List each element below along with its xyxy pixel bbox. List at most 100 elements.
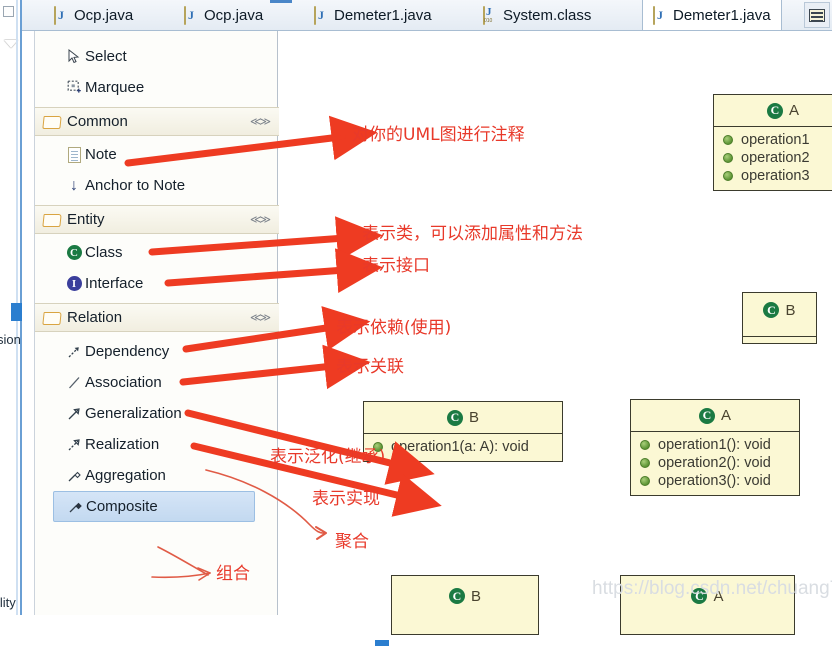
annotation-class-text: 表示类，可以添加属性和方法	[362, 224, 583, 244]
editor-tab-3[interactable]: System.class	[473, 0, 601, 30]
folder-icon	[43, 213, 60, 226]
clipped-label-bottom: ility	[0, 595, 16, 610]
class-circle-icon: C	[63, 245, 85, 260]
editor-tab-label: Ocp.java	[204, 6, 264, 24]
palette-item-generalization[interactable]: Generalization	[35, 398, 279, 429]
class-circle-icon: C	[766, 102, 783, 119]
uml-operation-row: operation2(): void	[631, 454, 799, 472]
palette-group-label: Common	[67, 113, 128, 130]
realization-arrow-icon	[63, 437, 85, 452]
editor-tab-label: Demeter1.java	[673, 6, 771, 24]
uml-class-title: C A	[631, 400, 799, 432]
uml-operation-row: operation1	[714, 131, 832, 149]
uml-operation-row: operation2	[714, 149, 832, 167]
uml-class-title: C B	[392, 576, 538, 616]
annotation-aggregation-text: 聚合	[335, 532, 369, 552]
palette-item-label: Composite	[86, 498, 158, 515]
palette-item-realization[interactable]: Realization	[35, 429, 279, 460]
interface-circle-icon: I	[63, 276, 85, 291]
uml-operation-row: operation1(): void	[631, 436, 799, 454]
palette-item-note[interactable]: Note	[35, 139, 279, 170]
class-circle-icon: C	[763, 302, 780, 318]
uml-class-a-middle-right[interactable]: C A operation1(): void operation2(): voi…	[630, 399, 800, 496]
editor-tab-bar: Ocp.java Ocp.java Demeter1.java System.c…	[22, 0, 832, 31]
visibility-public-icon	[640, 476, 650, 486]
class-circle-icon: C	[448, 588, 465, 604]
palette-item-dependency[interactable]: Dependency	[35, 336, 279, 367]
class-file-icon	[483, 5, 497, 25]
uml-palette-panel: Select Marquee Common ≪≫ Note ↓ Anchor t…	[34, 31, 279, 615]
palette-item-association[interactable]: Association	[35, 367, 279, 398]
uml-operations-compartment: operation1(a: A): void	[364, 434, 562, 461]
editor-tab-1[interactable]: Ocp.java	[174, 0, 273, 30]
palette-tool-select[interactable]: Select	[35, 41, 279, 72]
palette-item-label: Aggregation	[85, 467, 166, 484]
palette-item-anchor-to-note[interactable]: ↓ Anchor to Note	[35, 170, 279, 201]
class-circle-icon: C	[698, 407, 715, 424]
editor-tab-2[interactable]: Demeter1.java	[304, 0, 442, 30]
collapse-chevrons-icon[interactable]: ≪≫	[250, 115, 271, 128]
uml-operations-compartment: operation1 operation2 operation3	[714, 127, 832, 190]
editor-tab-label: System.class	[503, 6, 592, 24]
anchor-arrow-icon: ↓	[70, 176, 78, 194]
editor-tab-0[interactable]: Ocp.java	[44, 0, 143, 30]
palette-item-label: Note	[85, 146, 117, 163]
visibility-public-icon	[723, 153, 733, 163]
palette-item-aggregation[interactable]: Aggregation	[35, 460, 279, 491]
uml-class-b-bottom[interactable]: C B	[391, 575, 539, 635]
uml-class-b-upper-right[interactable]: C B	[742, 292, 817, 344]
palette-item-label: Anchor to Note	[85, 177, 186, 194]
tab-list-menu-icon[interactable]	[804, 2, 830, 28]
palette-tool-label: Marquee	[85, 79, 145, 96]
palette-item-composite[interactable]: Composite	[53, 491, 255, 522]
palette-item-label: Class	[85, 244, 123, 261]
generalization-arrow-icon	[63, 406, 85, 421]
annotation-dependency-text: 表示依赖(使用)	[336, 318, 452, 338]
annotation-composite-text: 组合	[216, 564, 250, 584]
palette-item-label: Interface	[85, 275, 144, 292]
palette-item-label: Dependency	[85, 343, 170, 360]
uml-operations-compartment: operation1(): void operation2(): void op…	[631, 432, 799, 495]
annotation-generalization-text: 表示泛化(继承)	[270, 447, 386, 467]
annotation-realization-text: 表示实现	[312, 489, 380, 509]
editor-tab-4[interactable]: Demeter1.java	[642, 0, 782, 30]
uml-operation-row: operation3(): void	[631, 472, 799, 490]
java-file-icon	[314, 5, 328, 25]
collapse-chevrons-icon[interactable]: ≪≫	[250, 311, 271, 324]
palette-item-label: Association	[85, 374, 162, 391]
visibility-public-icon	[723, 171, 733, 181]
palette-tool-marquee[interactable]: Marquee	[35, 72, 279, 103]
uml-operation-label: operation2(): void	[658, 455, 771, 471]
palette-item-class[interactable]: C Class	[35, 237, 279, 268]
uml-operation-label: operation3	[741, 168, 810, 184]
annotation-association-text: 表示关联	[336, 357, 404, 377]
note-icon	[63, 146, 85, 163]
folder-icon	[43, 311, 60, 324]
uml-class-name: A	[720, 407, 731, 424]
visibility-public-icon	[723, 135, 733, 145]
uml-class-a-top-right[interactable]: C A operation1 operation2 operation3	[713, 94, 832, 191]
collapse-chevrons-icon[interactable]: ≪≫	[250, 213, 271, 226]
palette-item-label: Generalization	[85, 405, 182, 422]
folder-icon	[43, 115, 60, 128]
uml-operation-label: operation1	[741, 132, 810, 148]
palette-group-common[interactable]: Common ≪≫	[35, 107, 279, 136]
left-editor-gutter-strip: sion ility	[0, 0, 22, 615]
class-circle-icon: C	[446, 409, 463, 426]
marquee-select-icon	[63, 80, 85, 95]
gutter-selection-marker	[11, 303, 22, 321]
visibility-public-icon	[640, 458, 650, 468]
palette-item-interface[interactable]: I Interface	[35, 268, 279, 299]
uml-class-name: A	[788, 102, 799, 119]
java-file-icon	[54, 5, 68, 25]
uml-class-title: C B	[743, 293, 816, 327]
watermark-text: https://blog.csdn.net/chuang777	[592, 578, 832, 599]
palette-group-relation[interactable]: Relation ≪≫	[35, 303, 279, 332]
uml-class-name: B	[468, 409, 479, 426]
cursor-arrow-icon	[63, 49, 85, 64]
visibility-public-icon	[640, 440, 650, 450]
palette-group-entity[interactable]: Entity ≪≫	[35, 205, 279, 234]
uml-class-b-middle[interactable]: C B operation1(a: A): void	[363, 401, 563, 462]
java-file-icon	[653, 5, 667, 25]
annotation-note-text: 对你的UML图进行注释	[352, 125, 525, 145]
